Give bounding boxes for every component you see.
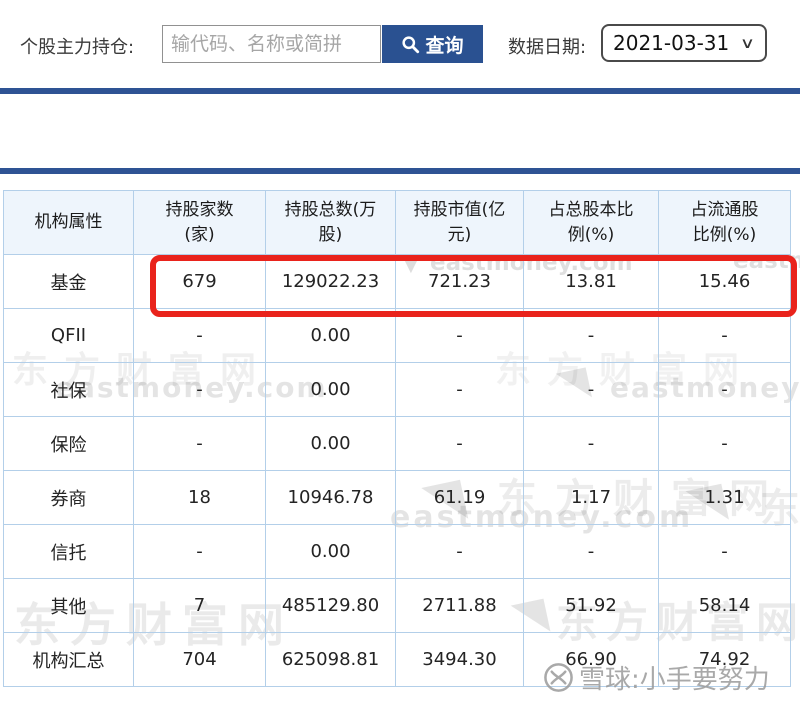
table-cell: - xyxy=(658,416,791,471)
table-cell: - xyxy=(133,308,266,363)
holdings-table: 机构属性 持股家数 (家) 持股总数(万 股) 持股市值(亿 元) 占总股本比 … xyxy=(3,190,791,687)
table-cell: 3494.30 xyxy=(395,632,524,687)
table-cell: 0.00 xyxy=(265,308,396,363)
table-cell: - xyxy=(133,416,266,471)
table-row: 保险 -0.00- - - xyxy=(3,416,791,471)
table-cell: 66.90 xyxy=(523,632,659,687)
chevron-down-icon: ∨ xyxy=(739,34,756,52)
table-cell: 15.46 xyxy=(658,254,791,309)
table-header-row: 机构属性 持股家数 (家) 持股总数(万 股) 持股市值(亿 元) 占总股本比 … xyxy=(3,190,791,255)
table-cell: - xyxy=(395,524,524,579)
table-body: 基金 679 129022.23 721.23 13.81 15.46 QFII -0.00-… xyxy=(3,254,791,687)
row-label: 保险 xyxy=(3,416,134,471)
row-label: 基金 xyxy=(3,254,134,309)
table-cell: - xyxy=(523,362,659,417)
table-cell: - xyxy=(523,416,659,471)
date-label: 数据日期: xyxy=(508,37,587,58)
search-icon xyxy=(402,35,420,53)
date-select[interactable]: 2021-03-31 ∨ xyxy=(601,24,767,62)
row-label: 其他 xyxy=(3,578,134,633)
table-cell: 0.00 xyxy=(265,524,396,579)
table-row: QFII -0.00- - - xyxy=(3,308,791,363)
table-cell: 10946.78 xyxy=(265,470,396,525)
table-cell: 679 xyxy=(133,254,266,309)
table-cell: - xyxy=(133,362,266,417)
table-cell: 2711.88 xyxy=(395,578,524,633)
col-header-shares-held: 持股总数(万 股) xyxy=(265,190,396,255)
table-cell: 0.00 xyxy=(265,362,396,417)
table-cell: 0.00 xyxy=(265,416,396,471)
table-cell: - xyxy=(395,362,524,417)
table-cell: 7 xyxy=(133,578,266,633)
query-button-label: 查询 xyxy=(425,34,464,57)
date-select-value: 2021-03-31 xyxy=(613,31,730,55)
divider-bar-bottom xyxy=(0,168,800,174)
table-row: 信托 -0.00- - - xyxy=(3,524,791,579)
table-cell: 61.19 xyxy=(395,470,524,525)
col-header-market-value: 持股市值(亿 元) xyxy=(395,190,524,255)
table-cell: - xyxy=(658,524,791,579)
table-cell: 721.23 xyxy=(395,254,524,309)
table-cell: - xyxy=(523,524,659,579)
table-cell: - xyxy=(658,362,791,417)
table-row: 券商 18 10946.78 61.19 1.17 1.31 xyxy=(3,470,791,525)
table-row: 社保 -0.00- - - xyxy=(3,362,791,417)
table-cell: - xyxy=(658,308,791,363)
table-cell: 1.31 xyxy=(658,470,791,525)
table-cell: 51.92 xyxy=(523,578,659,633)
table-cell: 13.81 xyxy=(523,254,659,309)
table-cell: 1.17 xyxy=(523,470,659,525)
table-cell: - xyxy=(395,308,524,363)
page-title: 个股主力持仓: xyxy=(20,37,135,58)
table-cell: 625098.81 xyxy=(265,632,396,687)
table-row: 机构汇总 704 625098.81 3494.30 66.90 74.92 xyxy=(3,632,791,687)
table-cell: 74.92 xyxy=(658,632,791,687)
table-cell: 485129.80 xyxy=(265,578,396,633)
table-cell: 704 xyxy=(133,632,266,687)
row-label: 信托 xyxy=(3,524,134,579)
table-cell: 129022.23 xyxy=(265,254,396,309)
row-label: QFII xyxy=(3,308,134,363)
col-header-institution-type: 机构属性 xyxy=(3,190,134,255)
row-label: 社保 xyxy=(3,362,134,417)
divider-bar-top xyxy=(0,88,800,94)
row-label: 机构汇总 xyxy=(3,632,134,687)
col-header-pct-total: 占总股本比 例(%) xyxy=(523,190,659,255)
query-button[interactable]: 查询 xyxy=(382,25,483,63)
table-cell: - xyxy=(395,416,524,471)
col-header-pct-float: 占流通股 比例(%) xyxy=(658,190,791,255)
table-cell: 18 xyxy=(133,470,266,525)
table-row: 基金 679 129022.23 721.23 13.81 15.46 xyxy=(3,254,791,309)
table-cell: - xyxy=(523,308,659,363)
table-row: 其他 7 485129.80 2711.88 51.92 58.14 xyxy=(3,578,791,633)
search-input[interactable] xyxy=(162,25,381,63)
col-header-holder-count: 持股家数 (家) xyxy=(133,190,266,255)
table-cell: - xyxy=(133,524,266,579)
table-cell: 58.14 xyxy=(658,578,791,633)
row-label: 券商 xyxy=(3,470,134,525)
page: ▼ eastmoney.com eastmoney.com 东方财富网 east… xyxy=(0,0,800,705)
